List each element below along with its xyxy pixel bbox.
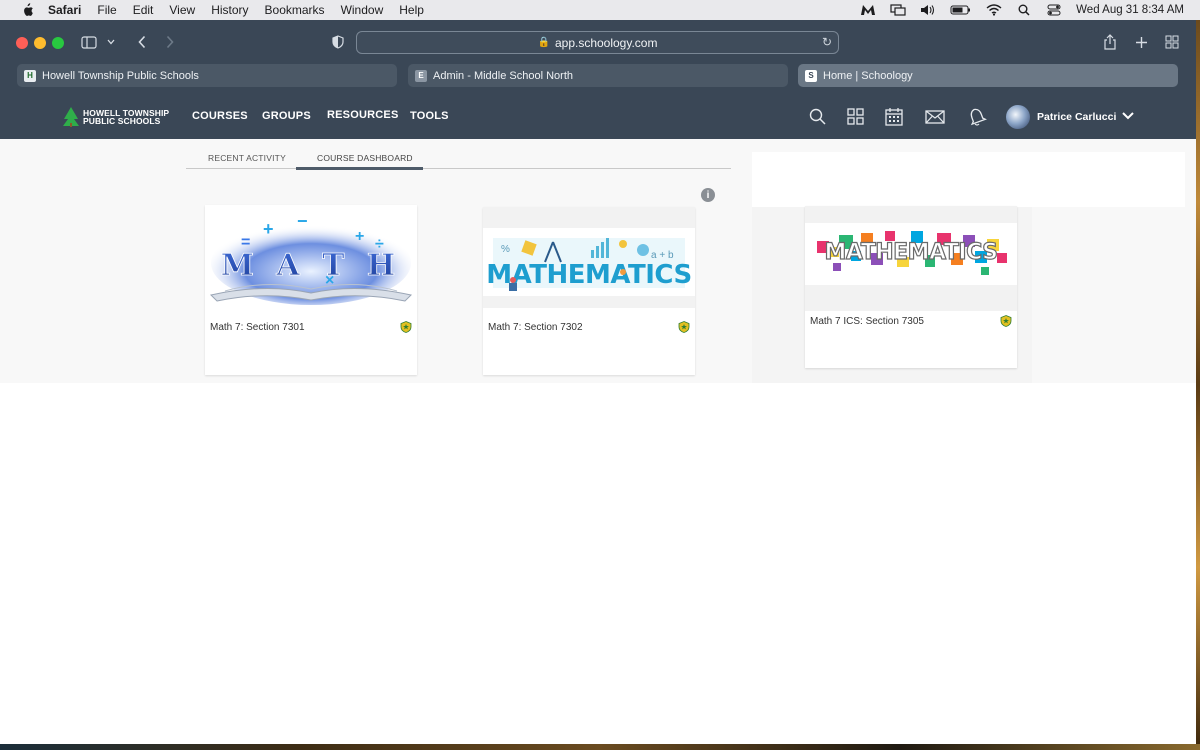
course-badge-icon	[400, 321, 412, 333]
svg-text:+: +	[355, 228, 364, 245]
favicon-howell: H	[24, 69, 36, 82]
forward-icon[interactable]	[159, 32, 181, 52]
browser-tab-schoology[interactable]: S Home | Schoology	[798, 64, 1178, 87]
menu-history[interactable]: History	[211, 3, 248, 17]
logo-text: HOWELL TOWNSHIP PUBLIC SCHOOLS	[83, 109, 169, 126]
menu-file[interactable]: File	[97, 3, 116, 17]
battery-icon[interactable]	[950, 4, 972, 16]
course-title[interactable]: Math 7: Section 7301	[210, 322, 305, 333]
apps-grid-icon[interactable]	[846, 107, 866, 127]
malwarebytes-icon[interactable]	[860, 4, 876, 16]
tab-group-chevron-icon[interactable]	[104, 32, 118, 52]
tab-overview-icon[interactable]	[1161, 32, 1183, 52]
favicon-admin: E	[415, 69, 427, 82]
search-icon[interactable]	[808, 107, 828, 127]
reload-icon[interactable]: ↻	[822, 35, 832, 49]
tab-label: Howell Township Public Schools	[42, 69, 199, 82]
course-badge-icon	[1000, 315, 1012, 327]
favicon-schoology: S	[805, 69, 817, 82]
fullscreen-window-button[interactable]	[52, 37, 64, 49]
tab-label: Admin - Middle School North	[433, 69, 574, 82]
minimize-window-button[interactable]	[34, 37, 46, 49]
menu-view[interactable]: View	[169, 3, 195, 17]
share-icon[interactable]	[1099, 32, 1121, 52]
svg-text:−: −	[297, 211, 308, 231]
menu-bookmarks[interactable]: Bookmarks	[265, 3, 325, 17]
tab-course-dashboard[interactable]: COURSE DASHBOARD	[317, 153, 413, 163]
nav-groups[interactable]: GROUPS	[262, 110, 311, 122]
notifications-bell-icon[interactable]	[967, 107, 987, 127]
active-tab-indicator	[296, 167, 423, 170]
course-card[interactable]: M A T H = + − + ÷ × Math 7: Section 7301	[205, 205, 417, 375]
url-text: app.schoology.com	[554, 35, 658, 50]
nav-courses[interactable]: COURSES	[192, 110, 248, 122]
menu-clock[interactable]: Wed Aug 31 8:34 AM	[1076, 4, 1184, 16]
browser-tab-howell[interactable]: H Howell Township Public Schools	[17, 64, 397, 87]
messages-icon[interactable]	[925, 107, 945, 127]
course-card[interactable]: a + b % MATHEMATICS Math 7: Section 7302	[483, 207, 695, 375]
logo-line-2: PUBLIC SCHOOLS	[83, 116, 161, 126]
course-image-mathematics[interactable]: a + b % MATHEMATICS	[483, 228, 695, 296]
apple-icon[interactable]	[18, 3, 36, 17]
menu-app-name[interactable]: Safari	[48, 3, 81, 17]
nav-resources[interactable]: RESOURCES	[327, 109, 398, 121]
menu-edit[interactable]: Edit	[133, 3, 154, 17]
control-center-icon[interactable]	[1046, 4, 1062, 16]
course-image-colorful-mathematics[interactable]: MATHEMATICS	[805, 223, 1017, 285]
status-area: Wed Aug 31 8:34 AM	[860, 0, 1184, 20]
nav-tools[interactable]: TOOLS	[410, 110, 449, 122]
svg-text:MATHEMATICS: MATHEMATICS	[825, 240, 998, 265]
lock-icon: 🔒	[537, 37, 550, 48]
menu-help[interactable]: Help	[399, 3, 424, 17]
mathematics-banner-image: a + b % MATHEMATICS	[486, 238, 692, 291]
colorful-mathematics-image: MATHEMATICS	[817, 231, 1007, 275]
course-title[interactable]: Math 7: Section 7302	[488, 322, 583, 333]
chevron-down-icon[interactable]	[1120, 108, 1136, 124]
course-badge-icon	[678, 321, 690, 333]
right-sidebar-panel	[752, 152, 1185, 207]
browser-chrome: 🔒 app.schoology.com ↻ H Howell Township …	[0, 20, 1196, 139]
card-image-top-band	[483, 207, 695, 228]
svg-text:×: ×	[325, 272, 334, 289]
wifi-icon[interactable]	[986, 4, 1002, 16]
volume-icon[interactable]	[920, 4, 936, 16]
browser-tab-admin[interactable]: E Admin - Middle School North	[408, 64, 788, 87]
school-logo[interactable]: HOWELL TOWNSHIP PUBLIC SCHOOLS	[62, 107, 169, 127]
tabs-divider	[186, 168, 731, 169]
course-image-math-book[interactable]: M A T H = + − + ÷ ×	[205, 205, 417, 305]
math-book-image: M A T H = + − + ÷ ×	[210, 211, 412, 305]
sidebar-toggle-icon[interactable]	[80, 32, 98, 52]
desktop-wallpaper-bottom	[0, 744, 1200, 750]
screen-mirroring-icon[interactable]	[890, 4, 906, 16]
user-name[interactable]: Patrice Carlucci	[1037, 111, 1116, 123]
course-title[interactable]: Math 7 ICS: Section 7305	[810, 316, 924, 327]
address-bar[interactable]: 🔒 app.schoology.com ↻	[356, 31, 839, 54]
tree-logo-icon	[63, 107, 79, 127]
menu-window[interactable]: Window	[341, 3, 384, 17]
close-window-button[interactable]	[16, 37, 28, 49]
svg-text:+: +	[263, 219, 274, 239]
info-icon[interactable]: i	[701, 188, 715, 202]
card-image-bottom-band	[483, 296, 695, 308]
privacy-report-icon[interactable]	[327, 32, 349, 52]
back-icon[interactable]	[131, 32, 153, 52]
tab-label: Home | Schoology	[823, 69, 913, 82]
svg-text:M A T H: M A T H	[221, 248, 402, 283]
course-card[interactable]: MATHEMATICS Math 7 ICS: Section 7305	[805, 206, 1017, 368]
menu-bar: Safari File Edit View History Bookmarks …	[0, 0, 1200, 20]
user-avatar[interactable]	[1006, 105, 1030, 129]
desktop-wallpaper-edge	[1196, 20, 1200, 750]
svg-text:MATHEMATICS: MATHEMATICS	[486, 260, 691, 290]
svg-text:=: =	[241, 234, 250, 251]
svg-text:÷: ÷	[375, 236, 384, 253]
spotlight-search-icon[interactable]	[1016, 4, 1032, 16]
card-image-top-band	[805, 206, 1017, 223]
new-tab-icon[interactable]	[1130, 32, 1152, 52]
course-dashboard-area: RECENT ACTIVITY COURSE DASHBOARD i M A T…	[0, 139, 1196, 383]
tab-recent-activity[interactable]: RECENT ACTIVITY	[208, 153, 286, 163]
card-image-bottom-band	[805, 285, 1017, 311]
svg-text:%: %	[501, 244, 510, 255]
calendar-icon[interactable]	[884, 107, 904, 127]
